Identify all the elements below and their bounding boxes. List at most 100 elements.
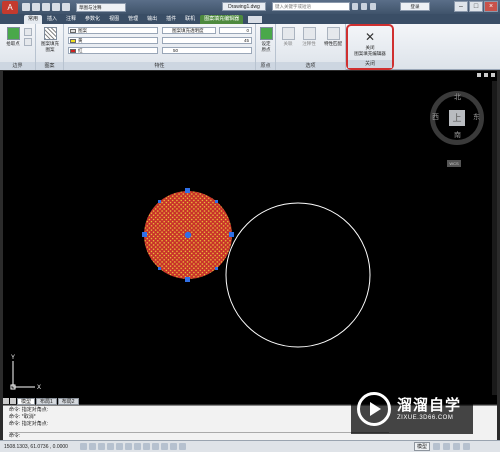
layout-tab-2[interactable]: 布局2	[57, 397, 79, 405]
associative-button[interactable]: 关联	[279, 27, 297, 47]
grip-left[interactable]	[142, 232, 147, 237]
ortho-toggle-icon[interactable]	[98, 443, 105, 450]
vertical-scrollbar[interactable]	[492, 81, 497, 395]
match-properties-button[interactable]: 特性匹配	[322, 27, 344, 47]
close-button[interactable]: ×	[484, 1, 498, 12]
angle-field[interactable]: 45	[162, 37, 252, 44]
ucs-icon	[10, 361, 35, 390]
options-panel-label: 选项	[276, 62, 345, 70]
tab-hatch-editor[interactable]: 图案填充编辑器	[200, 15, 244, 24]
search-icon[interactable]	[352, 3, 358, 10]
workspace-switch-icon[interactable]	[453, 443, 460, 450]
ribbon-toggle-button[interactable]	[248, 16, 263, 23]
grip-arc-3[interactable]	[158, 267, 161, 270]
close-panel-label: 关闭	[348, 60, 392, 68]
grip-arc-4[interactable]	[215, 267, 218, 270]
grip-center[interactable]	[184, 231, 192, 239]
tab-parametric[interactable]: 参数化	[81, 15, 104, 24]
new-icon[interactable]	[22, 3, 30, 11]
command-input[interactable]: 命令:	[9, 432, 389, 440]
layout-tab-1[interactable]: 布局1	[36, 397, 57, 405]
qp-toggle-icon[interactable]	[170, 443, 177, 450]
hatch-type-swatch	[70, 29, 76, 33]
model-space-button[interactable]: 模型	[413, 442, 430, 451]
transparency-label: 图案填充透明度	[172, 28, 204, 33]
hatch-color-select[interactable]: 黄	[68, 37, 158, 44]
properties-panel: 图案 黄 红 图案填充透明度 0 45 50 特性	[64, 24, 256, 70]
watermark-brand: 溜溜自学	[397, 396, 462, 414]
lwt-toggle-icon[interactable]	[152, 443, 159, 450]
ducs-toggle-icon[interactable]	[134, 443, 141, 450]
layout-next-icon[interactable]	[10, 398, 16, 404]
viewcube[interactable]: 上 北 南 东 西	[430, 91, 484, 145]
scale-field[interactable]: 50	[162, 47, 252, 54]
match-properties-label: 特性匹配	[324, 41, 342, 46]
viewcube-west[interactable]: 西	[432, 112, 439, 122]
ucs-y-label: Y	[11, 355, 15, 361]
annotation-scale-icon[interactable]	[443, 443, 450, 450]
viewcube-north[interactable]: 北	[454, 92, 461, 102]
subscription-icon[interactable]	[361, 3, 367, 10]
remove-icon[interactable]	[24, 38, 32, 46]
background-color-select[interactable]: 红	[68, 47, 158, 54]
tab-online[interactable]: 联机	[181, 15, 199, 24]
match-properties-icon	[326, 27, 340, 40]
set-origin-button[interactable]: 设定 原点	[258, 27, 274, 52]
osnap-toggle-icon[interactable]	[116, 443, 123, 450]
search-input[interactable]: 键入关键字或短语	[272, 2, 350, 11]
pick-points-label: 拾取点	[6, 41, 20, 46]
viewcube-south[interactable]: 南	[454, 130, 461, 140]
otrack-toggle-icon[interactable]	[125, 443, 132, 450]
login-button[interactable]: 登录	[400, 2, 430, 11]
tab-view[interactable]: 视图	[105, 15, 123, 24]
tpy-toggle-icon[interactable]	[161, 443, 168, 450]
undo-icon[interactable]	[52, 3, 60, 11]
workspace-dropdown[interactable]: 草图与注释	[76, 2, 126, 12]
hatch-pattern-button[interactable]: 图案填充 图案	[38, 27, 62, 52]
communication-icon[interactable]	[370, 3, 376, 10]
viewcube-east[interactable]: 东	[473, 112, 480, 122]
save-icon[interactable]	[42, 3, 50, 11]
grid-toggle-icon[interactable]	[89, 443, 96, 450]
lock-icon[interactable]	[463, 443, 470, 450]
pick-points-icon	[6, 27, 20, 40]
grip-arc-2[interactable]	[215, 200, 218, 203]
redo-icon[interactable]	[62, 3, 70, 11]
drawing-canvas[interactable]: Y X	[3, 71, 497, 404]
close-hatch-editor-panel[interactable]: ✕ 关闭 图案填充编辑器 关闭	[346, 24, 394, 70]
tab-home[interactable]: 常用	[24, 15, 43, 24]
grip-right[interactable]	[229, 232, 234, 237]
tab-annotate[interactable]: 注释	[62, 15, 80, 24]
wcs-menu[interactable]: WCS	[447, 160, 461, 167]
annotative-button[interactable]: 注释性	[299, 27, 319, 47]
pick-points-button[interactable]: 拾取点	[5, 27, 21, 47]
select-icon[interactable]	[24, 28, 32, 36]
background-color-swatch	[70, 49, 76, 53]
open-icon[interactable]	[32, 3, 40, 11]
associative-label: 关联	[283, 41, 293, 46]
application-menu-button[interactable]: A	[2, 0, 18, 14]
tab-output[interactable]: 输出	[143, 15, 161, 24]
sc-toggle-icon[interactable]	[179, 443, 186, 450]
layout-tab-model[interactable]: 模型	[17, 397, 36, 405]
grip-arc-1[interactable]	[158, 200, 161, 203]
dyn-toggle-icon[interactable]	[143, 443, 150, 450]
transparency-value[interactable]: 0	[219, 27, 252, 34]
hatch-type-select[interactable]: 图案	[68, 27, 158, 34]
white-circle[interactable]	[225, 202, 371, 348]
tab-plugins[interactable]: 插件	[162, 15, 180, 24]
layout-prev-icon[interactable]	[3, 398, 9, 404]
grip-bottom[interactable]	[185, 277, 190, 282]
hatch-pattern-label: 图案填充 图案	[41, 41, 59, 52]
viewcube-top-face[interactable]: 上	[449, 110, 465, 126]
grip-top[interactable]	[185, 188, 190, 193]
set-origin-label: 设定 原点	[261, 41, 271, 52]
tab-insert[interactable]: 插入	[43, 15, 61, 24]
snap-toggle-icon[interactable]	[80, 443, 87, 450]
tab-manage[interactable]: 管理	[124, 15, 142, 24]
polar-toggle-icon[interactable]	[107, 443, 114, 450]
maximize-button[interactable]: □	[469, 1, 483, 12]
minimize-button[interactable]: –	[454, 1, 468, 12]
layout-view-icon[interactable]	[433, 443, 440, 450]
transparency-select[interactable]: 图案填充透明度	[162, 27, 216, 34]
